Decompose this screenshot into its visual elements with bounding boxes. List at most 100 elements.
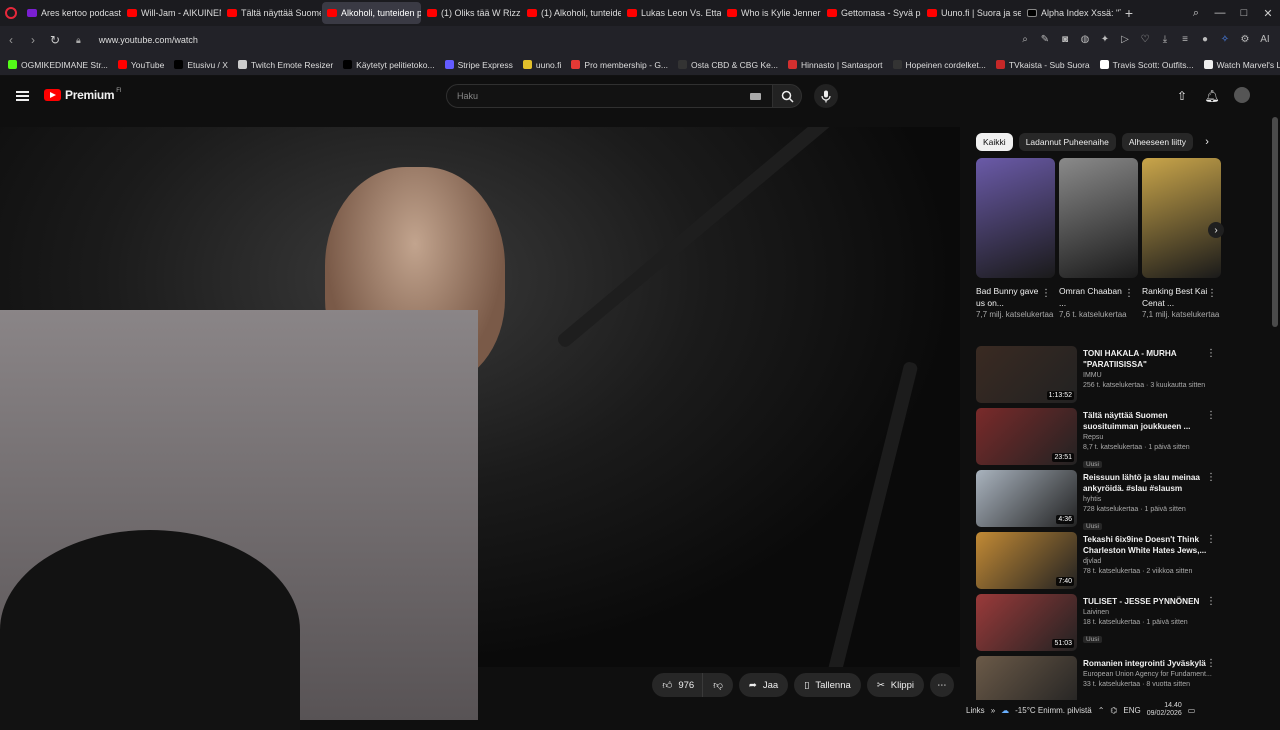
weather-text[interactable]: -15°C Enimm. pilvistä (1015, 706, 1092, 715)
video-title[interactable]: TULISET - JESSE PYNNÖNEN (1083, 596, 1213, 607)
vpn-icon[interactable]: ◍ (1078, 30, 1092, 48)
bookmark-item[interactable]: Stripe Express (444, 60, 513, 70)
browser-tab[interactable]: Who is Kylie Jenner's n (722, 2, 821, 24)
clock[interactable]: 14.40 09/02/2026 (1147, 702, 1182, 718)
more-vert-icon[interactable]: ⋮ (1041, 288, 1051, 299)
video-title[interactable]: TONI HAKALA - MURHA "PARATIISISSA" (1083, 348, 1213, 370)
notification-center-icon[interactable]: ▭ (1188, 706, 1196, 715)
browser-tab[interactable]: (1) Oliks tää W Rizz? 😊 (422, 2, 521, 24)
dislike-button[interactable]: 👎︎ (702, 673, 733, 697)
hamburger-menu-icon[interactable] (16, 91, 29, 101)
bookmark-item[interactable]: Travis Scott: Outfits... (1099, 60, 1194, 70)
scrollbar[interactable] (1272, 117, 1278, 327)
more-vert-icon[interactable]: ⋮ (1206, 348, 1216, 359)
channel-name[interactable]: Laivinen (1083, 607, 1213, 618)
recommended-video[interactable]: 51:03 TULISET - JESSE PYNNÖNEN Laivinen 18 … (976, 594, 1222, 656)
search-button[interactable] (772, 84, 802, 108)
chips-next-icon[interactable]: › (1199, 133, 1215, 151)
settings-icon[interactable]: ⚙ (1238, 30, 1252, 48)
browser-tab[interactable]: Alpha Index Xssä: "To (1022, 2, 1121, 24)
clip-button[interactable]: ✂ Klippi (866, 673, 924, 697)
more-vert-icon[interactable]: ⋮ (1206, 410, 1216, 421)
avatar[interactable] (1234, 87, 1250, 103)
network-icon[interactable]: ⌬ (1110, 706, 1117, 715)
opera-logo-icon[interactable] (0, 0, 22, 26)
chevron-icon[interactable]: » (991, 706, 995, 715)
channel-name[interactable]: IMMU (1083, 370, 1213, 381)
more-vert-icon[interactable]: ⋮ (1206, 534, 1216, 545)
minimize-icon[interactable]: — (1208, 0, 1232, 26)
filter-chip[interactable]: Alheeseen liitty (1121, 133, 1194, 151)
more-vert-icon[interactable]: ⋮ (1207, 288, 1217, 299)
filter-chip[interactable]: Ladannut Puheenaihe (1018, 133, 1116, 151)
voice-search-button[interactable] (814, 84, 838, 108)
profile-icon[interactable]: ● (1198, 30, 1212, 48)
camera-icon[interactable]: ◙ (1058, 30, 1072, 48)
short-thumbnail[interactable] (1142, 158, 1221, 278)
video-thumbnail[interactable]: 1:13:52 (976, 346, 1077, 403)
recommended-video[interactable]: 7:40 Tekashi 6ix9ine Doesn't Think Charle… (976, 532, 1222, 594)
bookmark-item[interactable]: Käytetyt pelitietoko... (343, 60, 435, 70)
search-input[interactable]: Haku (446, 84, 774, 108)
forward-icon[interactable]: › (22, 29, 44, 51)
video-title[interactable]: Tältä näyttää Suomen suosituimman joukku… (1083, 410, 1213, 432)
like-button[interactable]: 👍︎ 976 (652, 673, 703, 697)
edit-icon[interactable]: ✎ (1038, 30, 1052, 48)
browser-tab[interactable]: Alkoholi, tunteiden p (322, 2, 421, 24)
lock-icon[interactable]: 🔒︎ (76, 35, 81, 46)
browser-tab[interactable]: Lukas Leon Vs. Etta - Y (622, 2, 721, 24)
recommended-video[interactable]: 23:51 Tältä näyttää Suomen suosituimman j… (976, 408, 1222, 470)
upload-icon[interactable]: ⇧ (1174, 87, 1190, 105)
channel-name[interactable]: hyhtis (1083, 494, 1213, 505)
bookmark-item[interactable]: Etusivu / X (174, 60, 228, 70)
short-thumbnail[interactable] (1059, 158, 1138, 278)
video-title[interactable]: Tekashi 6ix9ine Doesn't Think Charleston… (1083, 534, 1213, 556)
short-title[interactable]: Omran Chaaban ... (1059, 285, 1125, 309)
browser-tab[interactable]: Will-Jam - AIKUINEN (122, 2, 221, 24)
short-card[interactable]: Bad Bunny gave us on... 7,7 milj. katselu… (976, 158, 1055, 320)
bookmark-item[interactable]: Osta CBD & CBG Ke... (678, 60, 778, 70)
tray-up-icon[interactable]: ⌃ (1098, 706, 1105, 715)
bookmark-item[interactable]: Hinnasto | Santasport (787, 60, 883, 70)
save-button[interactable]: ▯ Tallenna (794, 673, 861, 697)
short-title[interactable]: Bad Bunny gave us on... (976, 285, 1042, 309)
youtube-logo[interactable]: Premium FI (44, 88, 122, 102)
more-vert-icon[interactable]: ⋮ (1206, 472, 1216, 483)
notifications-bell-icon[interactable]: 🔔︎ (1204, 87, 1220, 105)
short-card[interactable]: Ranking Best Kai Cenat ... 7,1 milj. kats… (1142, 158, 1221, 320)
short-thumbnail[interactable] (976, 158, 1055, 278)
bookmark-item[interactable]: Watch Marvel's Luk... (1203, 60, 1280, 70)
search-tabs-icon[interactable]: ⌕ (1184, 0, 1208, 26)
more-vert-icon[interactable]: ⋮ (1206, 596, 1216, 607)
download-icon[interactable]: ⤓ (1158, 30, 1172, 48)
bookmark-item[interactable]: Hopeinen cordelket... (892, 60, 986, 70)
video-thumbnail[interactable]: 7:40 (976, 532, 1077, 589)
more-actions-button[interactable]: ⋯ (930, 673, 954, 697)
heart-icon[interactable]: ♡ (1138, 30, 1152, 48)
bookmark-item[interactable]: Pro membership - G... (571, 60, 668, 70)
keyboard-icon[interactable] (750, 93, 761, 100)
short-card[interactable]: Omran Chaaban ... 7,6 t. katselukertaa ⋮ (1059, 158, 1138, 320)
recommended-video[interactable]: 1:13:52 TONI HAKALA - MURHA "PARATIISISSA… (976, 346, 1222, 408)
play-icon[interactable]: ▷ (1118, 30, 1132, 48)
more-vert-icon[interactable]: ⋮ (1124, 288, 1134, 299)
language-indicator[interactable]: ENG (1123, 706, 1140, 715)
aria-icon[interactable]: ✧ (1218, 30, 1232, 48)
bookmark-item[interactable]: YouTube (117, 60, 164, 70)
channel-name[interactable]: djvlad (1083, 556, 1213, 567)
recommended-video[interactable]: 4:36 Reissuun lähtö ja slau meinaa ankyrö… (976, 470, 1222, 532)
video-thumbnail[interactable]: 23:51 (976, 408, 1077, 465)
bookmark-item[interactable]: Twitch Emote Resizer (237, 60, 333, 70)
filter-chip[interactable]: Kaikki (976, 133, 1013, 151)
browser-tab[interactable]: Gettomasa - Syvä pää (822, 2, 921, 24)
channel-name[interactable]: Repsu (1083, 432, 1213, 443)
browser-tab[interactable]: Uuno.fi | Suora ja sen (922, 2, 1021, 24)
bookmark-item[interactable]: uuno.fi (522, 60, 561, 70)
maximize-icon[interactable]: □ (1232, 0, 1256, 26)
search-icon[interactable]: ⌕ (1018, 30, 1032, 48)
video-title[interactable]: Reissuun lähtö ja slau meinaa ankyröidä.… (1083, 472, 1213, 494)
links-toolbar[interactable]: Links (966, 706, 985, 715)
video-thumbnail[interactable]: 51:03 (976, 594, 1077, 651)
browser-tab[interactable]: (1) Alkoholi, tunteiden (522, 2, 621, 24)
close-icon[interactable]: ✕ (1256, 0, 1280, 26)
